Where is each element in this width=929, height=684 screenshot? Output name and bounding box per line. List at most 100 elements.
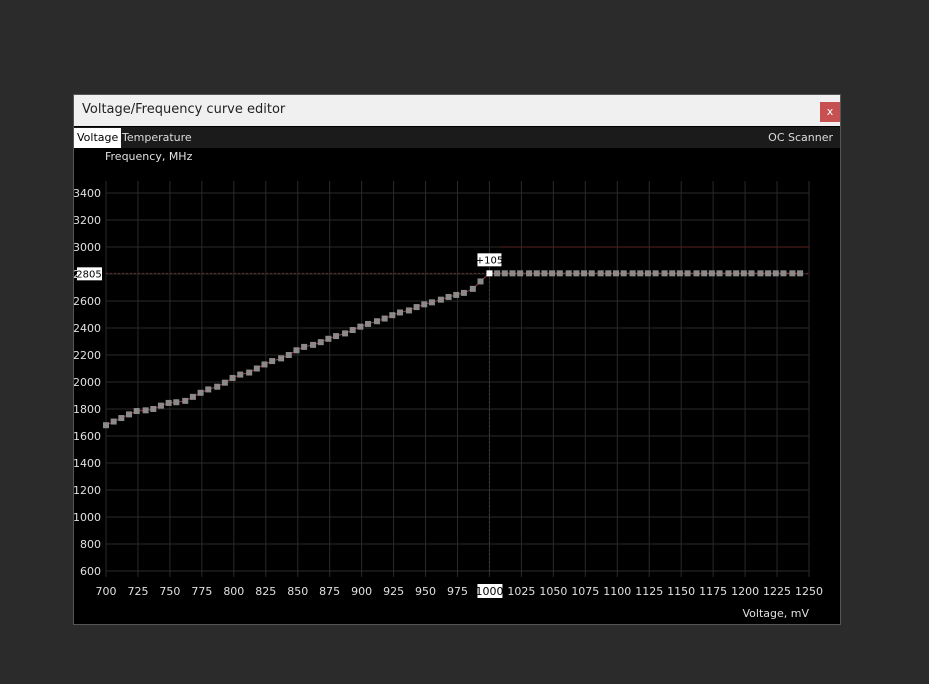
curve-point[interactable]	[118, 415, 125, 422]
curve-point[interactable]	[565, 270, 572, 277]
tab-voltage[interactable]: Voltage	[74, 128, 122, 148]
vf-curve-chart[interactable]: Frequency, MHz 600 800 1000 1200 1400 1600 180…	[74, 148, 840, 624]
selected-curve-point[interactable]	[486, 270, 493, 277]
curve-point[interactable]	[797, 270, 804, 277]
curve-point[interactable]	[437, 296, 444, 303]
curve-point[interactable]	[365, 320, 372, 327]
curve-point[interactable]	[229, 374, 236, 381]
curve-point[interactable]	[182, 397, 189, 404]
curve-point[interactable]	[789, 270, 796, 277]
tab-temperature[interactable]: Temperature	[119, 128, 195, 148]
curve-point[interactable]	[477, 278, 484, 285]
curve-point[interactable]	[110, 418, 117, 425]
curve-point[interactable]	[381, 315, 388, 322]
curve-point[interactable]	[342, 330, 349, 337]
curve-point[interactable]	[684, 270, 691, 277]
curve-point[interactable]	[620, 270, 627, 277]
oc-scanner-button[interactable]: OC Scanner	[765, 128, 836, 148]
curve-point[interactable]	[428, 299, 435, 306]
curve-point[interactable]	[509, 270, 516, 277]
curve-point[interactable]	[253, 365, 260, 372]
curve-point[interactable]	[165, 399, 172, 406]
curve-point[interactable]	[261, 361, 268, 368]
curve-point[interactable]	[661, 270, 668, 277]
curve-point[interactable]	[597, 270, 604, 277]
curve-point[interactable]	[157, 402, 164, 409]
x-tick-label: 975	[447, 585, 468, 598]
curve-point[interactable]	[581, 270, 588, 277]
curve-point[interactable]	[333, 333, 340, 340]
curve-point[interactable]	[501, 270, 508, 277]
curve-point[interactable]	[357, 323, 364, 330]
tab-bar: Voltage Temperature OC Scanner	[74, 127, 840, 148]
curve-point[interactable]	[693, 270, 700, 277]
curve-point[interactable]	[469, 285, 476, 292]
curve-point[interactable]	[237, 371, 244, 378]
curve-point[interactable]	[733, 270, 740, 277]
curve-point[interactable]	[573, 270, 580, 277]
curve-point[interactable]	[389, 312, 396, 319]
curve-point[interactable]	[445, 293, 452, 300]
x-tick-label: 950	[415, 585, 436, 598]
curve-point[interactable]	[421, 301, 428, 308]
curve-point[interactable]	[325, 335, 332, 342]
curve-points[interactable]	[103, 270, 804, 429]
curve-point[interactable]	[708, 270, 715, 277]
curve-point[interactable]	[405, 307, 412, 314]
curve-point[interactable]	[669, 270, 676, 277]
curve-point[interactable]	[526, 270, 533, 277]
title-bar[interactable]: Voltage/Frequency curve editor x	[74, 95, 840, 126]
curve-point[interactable]	[293, 347, 300, 354]
curve-point[interactable]	[103, 422, 109, 429]
x-tick-label: 1150	[667, 585, 695, 598]
curve-point[interactable]	[133, 408, 140, 415]
curve-point[interactable]	[612, 270, 619, 277]
curve-point[interactable]	[757, 270, 764, 277]
curve-point[interactable]	[517, 270, 524, 277]
curve-point[interactable]	[533, 270, 540, 277]
curve-point[interactable]	[453, 291, 460, 298]
curve-point[interactable]	[676, 270, 683, 277]
curve-point[interactable]	[150, 406, 157, 412]
curve-point[interactable]	[301, 343, 308, 350]
curve-point[interactable]	[740, 270, 747, 277]
curve-point[interactable]	[588, 270, 595, 277]
curve-point[interactable]	[285, 352, 292, 358]
curve-point[interactable]	[541, 270, 548, 277]
curve-point[interactable]	[173, 399, 180, 406]
curve-point[interactable]	[317, 339, 324, 346]
curve-point[interactable]	[772, 270, 779, 277]
curve-point[interactable]	[644, 270, 651, 277]
curve-point[interactable]	[373, 318, 380, 325]
curve-point[interactable]	[413, 304, 420, 311]
curve-point[interactable]	[269, 358, 276, 365]
curve-point[interactable]	[246, 369, 253, 376]
curve-point[interactable]	[221, 379, 228, 386]
curve-point[interactable]	[310, 341, 317, 348]
curve-point[interactable]	[725, 270, 732, 277]
curve-point[interactable]	[189, 393, 196, 400]
selected-point-annotations: +105 2805 1000	[76, 253, 503, 598]
curve-point[interactable]	[556, 270, 563, 277]
curve-point[interactable]	[126, 411, 133, 418]
curve-point[interactable]	[549, 270, 556, 277]
curve-point[interactable]	[701, 270, 708, 277]
curve-point[interactable]	[605, 270, 612, 277]
curve-point[interactable]	[460, 289, 467, 296]
curve-point[interactable]	[652, 270, 659, 277]
curve-point[interactable]	[629, 270, 636, 277]
curve-point[interactable]	[765, 270, 772, 277]
curve-point[interactable]	[494, 270, 501, 277]
curve-point[interactable]	[205, 386, 212, 393]
curve-point[interactable]	[716, 270, 723, 277]
curve-point[interactable]	[780, 270, 787, 277]
close-button[interactable]: x	[820, 102, 840, 122]
curve-point[interactable]	[214, 383, 221, 390]
curve-point[interactable]	[278, 355, 285, 362]
curve-point[interactable]	[637, 270, 644, 277]
curve-point[interactable]	[142, 407, 149, 414]
curve-point[interactable]	[748, 270, 755, 277]
curve-point[interactable]	[349, 327, 356, 334]
curve-point[interactable]	[197, 389, 204, 396]
curve-point[interactable]	[396, 309, 403, 316]
